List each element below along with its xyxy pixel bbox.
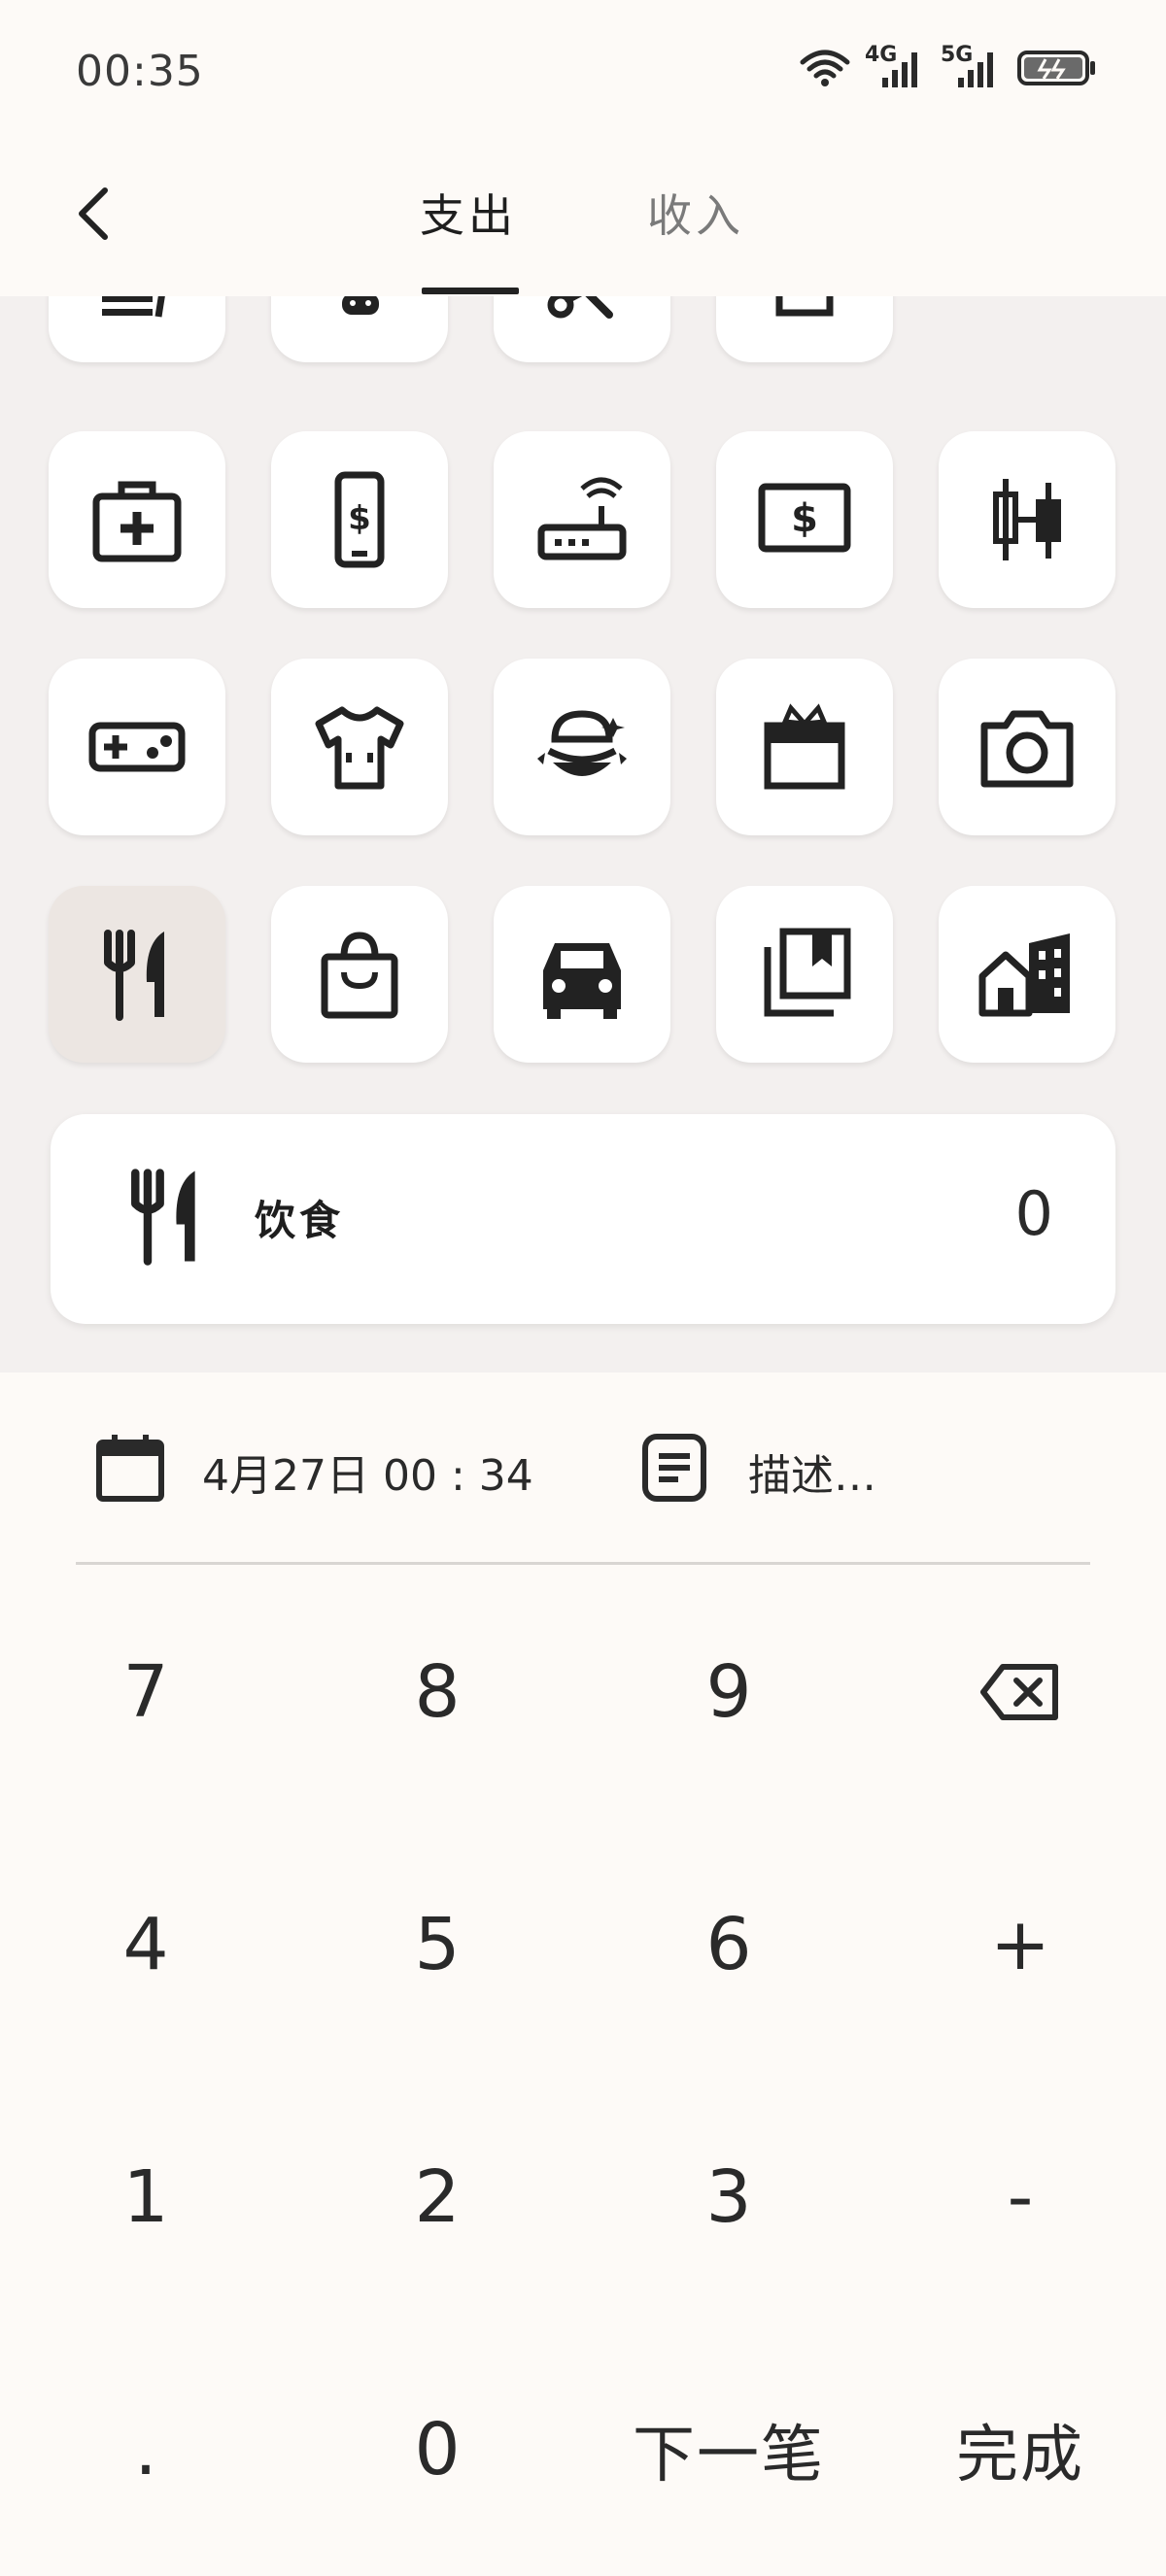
- housing-icon: [978, 933, 1070, 1017]
- hamburger-icon: [537, 710, 627, 776]
- key-9[interactable]: 9: [583, 1566, 874, 1818]
- selected-category-card[interactable]: 饮食 0: [51, 1114, 1115, 1324]
- key-7[interactable]: 7: [0, 1566, 292, 1818]
- category-medical[interactable]: [49, 431, 225, 608]
- key-minus[interactable]: -: [874, 2071, 1166, 2323]
- svg-text:$: $: [348, 499, 371, 538]
- status-time: 00:35: [76, 47, 204, 96]
- camera-icon: [980, 710, 1074, 788]
- box-icon: [775, 296, 834, 317]
- back-button[interactable]: [54, 175, 132, 253]
- category-cash[interactable]: $: [716, 431, 893, 608]
- key-plus[interactable]: +: [874, 1818, 1166, 2071]
- key-decimal[interactable]: .: [0, 2323, 292, 2576]
- scissors-icon: [547, 296, 613, 319]
- category-food-burger[interactable]: [494, 659, 670, 835]
- calendar-icon[interactable]: [93, 1431, 167, 1505]
- key-5[interactable]: 5: [292, 1818, 583, 2071]
- signal-5g-icon: 5G: [941, 43, 1003, 89]
- wifi-icon: [800, 50, 850, 86]
- header: 支出 收入: [0, 146, 1166, 296]
- stocks-icon: [993, 479, 1061, 560]
- battery-charging-icon: [1017, 51, 1095, 85]
- category-games[interactable]: [49, 659, 225, 835]
- category-scissors[interactable]: [494, 296, 670, 362]
- category-housing[interactable]: [939, 886, 1115, 1063]
- status-icons: 4G 5G: [799, 43, 1098, 89]
- done-button[interactable]: 完成: [874, 2323, 1166, 2576]
- utensils-icon: [131, 1169, 195, 1266]
- shopping-bag-icon: [321, 932, 398, 1019]
- svg-text:$: $: [791, 496, 818, 541]
- category-internet[interactable]: [494, 431, 670, 608]
- category-receipt[interactable]: [49, 296, 225, 362]
- category-phone-bill[interactable]: $: [271, 431, 448, 608]
- key-1[interactable]: 1: [0, 2071, 292, 2323]
- router-icon: [537, 477, 627, 560]
- backspace-icon: [980, 1664, 1058, 1720]
- category-pet[interactable]: [271, 296, 448, 362]
- category-stocks[interactable]: [939, 431, 1115, 608]
- cash-icon: $: [758, 483, 851, 553]
- category-box[interactable]: [716, 296, 893, 362]
- books-icon: [764, 928, 851, 1017]
- key-6[interactable]: 6: [583, 1818, 874, 2071]
- number-keypad: 7 8 9 4 5 6 + 1 2 3 - . 0 下一笔 完成: [0, 1566, 1166, 2576]
- car-icon: [543, 943, 621, 1019]
- gamepad-icon: [88, 722, 186, 772]
- category-gift[interactable]: [716, 659, 893, 835]
- chevron-left-icon: [79, 187, 108, 240]
- category-transport[interactable]: [494, 886, 670, 1063]
- clothes-icon: [315, 706, 404, 790]
- category-clothes[interactable]: [271, 659, 448, 835]
- amount-display: 0: [1014, 1178, 1053, 1249]
- signal-4g-icon: 4G: [865, 43, 927, 89]
- next-entry-button[interactable]: 下一笔: [583, 2323, 874, 2576]
- key-3[interactable]: 3: [583, 2071, 874, 2323]
- tab-expense[interactable]: 支出: [420, 181, 517, 245]
- pet-icon: [342, 296, 379, 315]
- key-8[interactable]: 8: [292, 1566, 583, 1818]
- status-bar: 00:35 4G 5G: [0, 0, 1166, 146]
- category-books[interactable]: [716, 886, 893, 1063]
- utensils-icon: [104, 930, 164, 1021]
- meta-row: 4月27日 00 : 34 描述…: [0, 1373, 1166, 1562]
- divider: [76, 1562, 1090, 1565]
- medical-kit-icon: [92, 481, 182, 562]
- key-0[interactable]: 0: [292, 2323, 583, 2576]
- phone-bill-icon: $: [334, 471, 385, 568]
- category-shopping[interactable]: [271, 886, 448, 1063]
- selected-category-label: 饮食: [255, 1197, 345, 1244]
- key-2[interactable]: 2: [292, 2071, 583, 2323]
- note-icon[interactable]: [637, 1431, 711, 1505]
- tab-income[interactable]: 收入: [647, 181, 744, 245]
- gift-icon: [764, 703, 845, 790]
- description-input[interactable]: 描述…: [748, 1441, 876, 1503]
- date-time-picker[interactable]: 4月27日 00 : 34: [202, 1441, 533, 1503]
- key-4[interactable]: 4: [0, 1818, 292, 2071]
- category-photography[interactable]: [939, 659, 1115, 835]
- active-tab-indicator: [422, 288, 519, 294]
- category-dining[interactable]: [49, 886, 225, 1063]
- category-grid: $ $ 饮食 0: [0, 296, 1166, 1373]
- receipt-icon: [102, 296, 165, 318]
- backspace-button[interactable]: [874, 1566, 1166, 1818]
